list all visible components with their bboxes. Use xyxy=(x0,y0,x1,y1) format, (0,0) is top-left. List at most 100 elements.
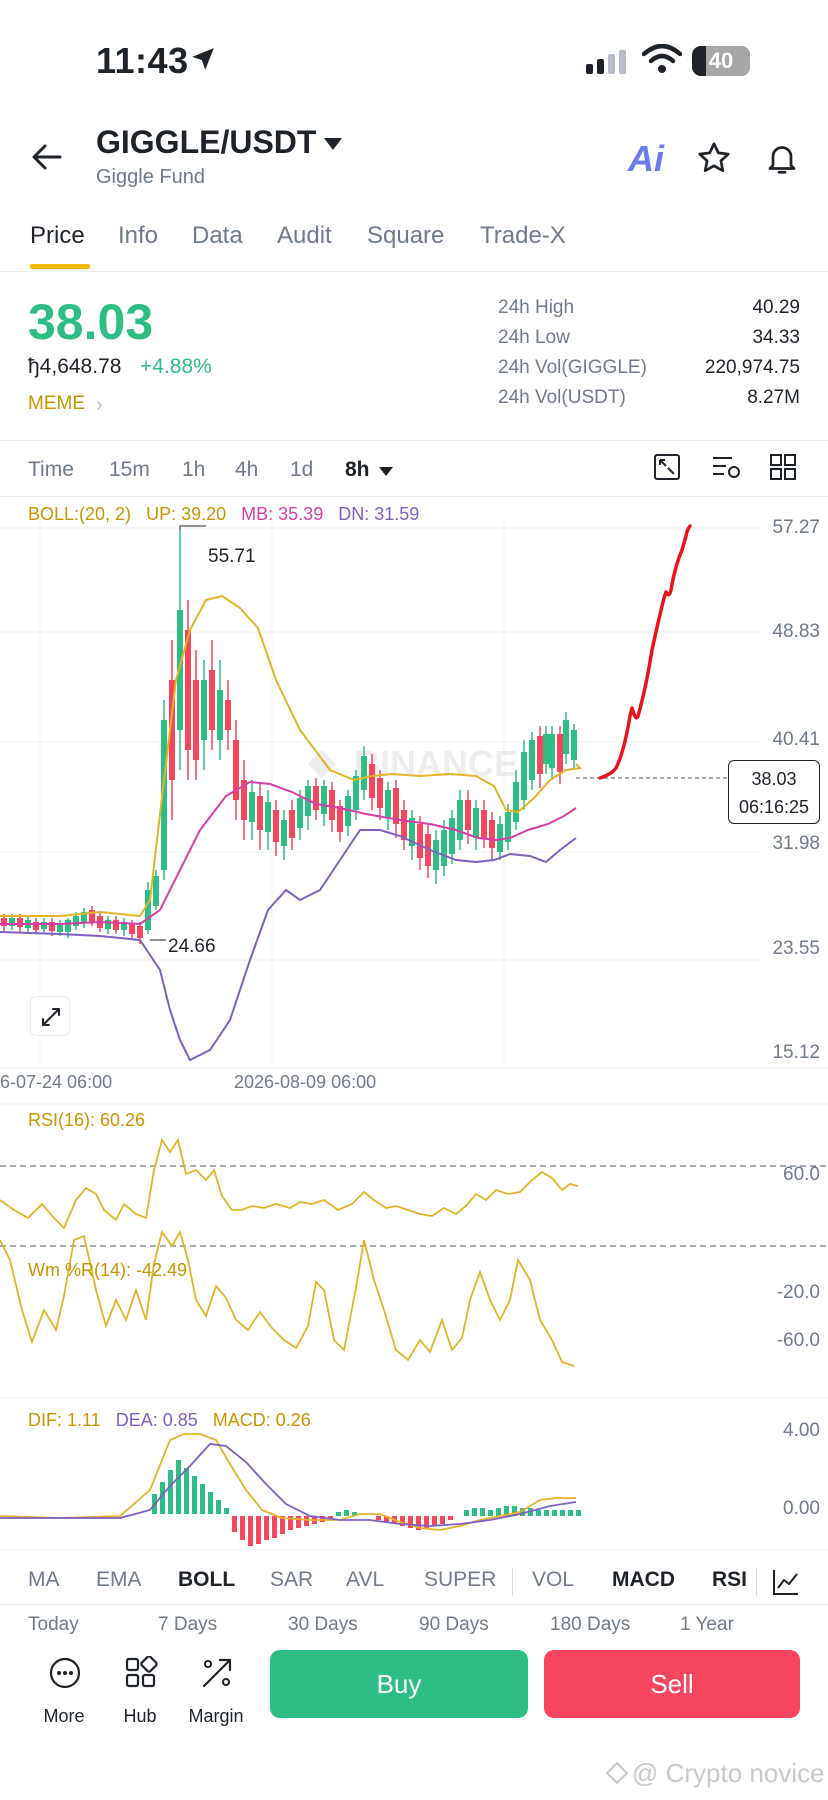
indicator-super[interactable]: SUPER xyxy=(424,1568,496,1592)
timeframe-time[interactable]: Time xyxy=(28,458,74,482)
battery-level: 40 xyxy=(708,48,734,73)
credit-watermark: @ Crypto novice xyxy=(632,1758,825,1788)
price-change: +4.88% xyxy=(140,355,212,378)
nav-label: Margin xyxy=(188,1706,244,1726)
tab-audit[interactable]: Audit xyxy=(277,222,332,250)
candle-countdown: 06:16:25 xyxy=(738,797,810,817)
tab-trade-x[interactable]: Trade-X xyxy=(480,222,566,250)
grid-layout-icon[interactable] xyxy=(768,452,798,482)
timeframe-1d[interactable]: 1d xyxy=(290,458,313,482)
last-price-box: 38.03 06:16:25 xyxy=(728,760,820,824)
period-today[interactable]: Today xyxy=(28,1614,79,1636)
wr-axis-label: -20.0 xyxy=(776,1282,820,1303)
indicator-vol[interactable]: VOL xyxy=(532,1568,574,1592)
more-icon xyxy=(49,1657,81,1689)
bell-icon[interactable] xyxy=(764,140,800,176)
indicator-boll[interactable]: BOLL xyxy=(178,1568,235,1592)
tab-square[interactable]: Square xyxy=(367,222,444,250)
period-180-days[interactable]: 180 Days xyxy=(550,1614,630,1636)
buy-button[interactable]: Buy xyxy=(270,1650,528,1718)
chart-tools-icon[interactable] xyxy=(770,1566,802,1598)
wifi-icon xyxy=(642,44,682,73)
nav-label: More xyxy=(43,1706,85,1726)
stat-value: 40.29 xyxy=(752,297,800,318)
price-axis-label: 40.41 xyxy=(772,729,820,750)
bottom-action-bar: More Hub Margin Buy Sell xyxy=(0,1640,828,1730)
star-icon[interactable] xyxy=(696,140,732,176)
stat-row: 24h Vol(USDT) 8.27M xyxy=(498,387,800,417)
location-arrow-icon xyxy=(192,48,214,70)
chevron-right-icon[interactable]: › xyxy=(96,394,103,417)
fullscreen-chart-icon[interactable] xyxy=(652,452,682,482)
timeframe-8h[interactable]: 8h xyxy=(345,458,370,482)
timeframe-1h[interactable]: 1h xyxy=(182,458,205,482)
timeframe-bar: Time 15m 1h 4h 1d 8h xyxy=(0,444,828,496)
wr-axis-label: -60.0 xyxy=(776,1330,820,1351)
indicator-avl[interactable]: AVL xyxy=(346,1568,384,1592)
battery-icon: 40 xyxy=(692,46,750,76)
main-tabs: Price Info Data Audit Square Trade-X xyxy=(0,212,828,272)
tab-data[interactable]: Data xyxy=(192,222,243,250)
nav-label: Hub xyxy=(123,1706,157,1726)
stat-row: 24h Vol(GIGGLE) 220,974.75 xyxy=(498,357,800,387)
date-label: 2026-08-09 06:00 xyxy=(234,1072,377,1092)
hub-icon xyxy=(125,1656,158,1688)
divider xyxy=(0,496,828,497)
ai-icon[interactable]: Ai xyxy=(628,138,664,180)
tab-info[interactable]: Info xyxy=(118,222,158,250)
caret-down-icon[interactable] xyxy=(322,136,344,152)
macd-dea: DEA: 0.85 xyxy=(115,1410,198,1430)
back-arrow-icon[interactable] xyxy=(30,140,64,174)
indicator-sar[interactable]: SAR xyxy=(270,1568,313,1592)
price-chart[interactable]: BINANCE xyxy=(0,520,828,1560)
stat-label: 24h Vol(GIGGLE) xyxy=(498,357,647,378)
period-bar: Today 7 Days 30 Days 90 Days 180 Days 1 … xyxy=(0,1612,828,1642)
rsi-legend: RSI(16): 60.26 xyxy=(28,1110,146,1130)
timeframe-15m[interactable]: 15m xyxy=(109,458,150,482)
price-axis-label: 48.83 xyxy=(772,621,820,642)
macd-legend: DIF: 1.11 DEA: 0.85 MACD: 0.26 xyxy=(28,1410,311,1431)
price-axis-label: 23.55 xyxy=(772,938,820,959)
indicator-macd[interactable]: MACD xyxy=(612,1568,675,1592)
period-90-days[interactable]: 90 Days xyxy=(419,1614,489,1636)
macd-histogram xyxy=(152,1460,581,1546)
price-axis-label: 57.27 xyxy=(772,517,820,538)
macd-axis-label: 0.00 xyxy=(783,1498,820,1519)
expand-icon xyxy=(42,1008,60,1026)
meme-tag[interactable]: MEME xyxy=(28,393,85,415)
status-bar: 11:43 40 xyxy=(0,0,828,120)
indicator-separator xyxy=(512,1568,513,1596)
divider xyxy=(0,1604,828,1605)
timeframe-4h[interactable]: 4h xyxy=(235,458,258,482)
expand-chart-button[interactable] xyxy=(30,996,70,1036)
cellular-signal-icon xyxy=(586,50,626,74)
sell-button[interactable]: Sell xyxy=(544,1650,800,1718)
divider xyxy=(0,440,828,441)
pair-title[interactable]: GIGGLE/USDT xyxy=(96,124,316,161)
last-price: 38.03 xyxy=(28,294,154,350)
stat-value: 8.27M xyxy=(747,387,800,408)
price-axis-label: 31.98 xyxy=(772,833,820,854)
period-1-year[interactable]: 1 Year xyxy=(680,1614,734,1636)
macd-axis-label: 4.00 xyxy=(783,1420,820,1441)
date-label: 6-07-24 06:00 xyxy=(0,1072,113,1092)
period-30-days[interactable]: 30 Days xyxy=(288,1614,358,1636)
price-axis-label: 15.12 xyxy=(772,1042,820,1063)
status-time: 11:43 xyxy=(96,40,189,81)
caret-down-icon[interactable] xyxy=(378,466,394,478)
margin-icon xyxy=(202,1658,232,1688)
indicator-ema[interactable]: EMA xyxy=(96,1568,142,1592)
active-tab-indicator xyxy=(30,264,90,269)
indicator-ma[interactable]: MA xyxy=(28,1568,60,1592)
pair-subtitle: Giggle Fund xyxy=(96,166,205,188)
tab-price[interactable]: Price xyxy=(30,222,85,250)
rsi-panel xyxy=(0,1137,828,1247)
header: GIGGLE/USDT Giggle Fund Ai xyxy=(0,120,828,200)
indicator-separator xyxy=(756,1568,757,1596)
24h-stats: 24h High 40.29 24h Low 34.33 24h Vol(GIG… xyxy=(498,297,800,417)
stat-value: 34.33 xyxy=(752,327,800,348)
stat-label: 24h High xyxy=(498,297,575,318)
period-7-days[interactable]: 7 Days xyxy=(158,1614,217,1636)
indicator-rsi[interactable]: RSI xyxy=(712,1568,747,1592)
indicator-settings-icon[interactable] xyxy=(710,452,742,482)
